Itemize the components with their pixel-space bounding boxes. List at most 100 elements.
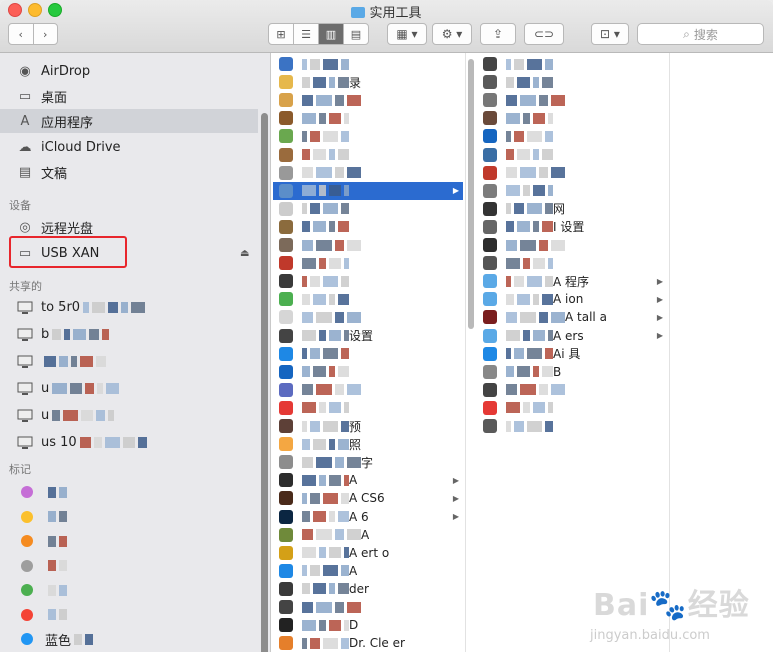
- sidebar-item-shared[interactable]: [0, 349, 258, 373]
- app-icon: [279, 545, 293, 560]
- column-view-button[interactable]: ▥: [319, 24, 344, 44]
- icon-view-button[interactable]: ⊞: [269, 24, 294, 44]
- column1-row[interactable]: 预: [273, 417, 463, 435]
- column1-row[interactable]: [273, 200, 463, 218]
- column2-row[interactable]: A ion ▶: [477, 290, 667, 308]
- column2-row[interactable]: [477, 381, 667, 399]
- column2-row[interactable]: [477, 127, 667, 145]
- sidebar-item-shared[interactable]: b: [0, 322, 258, 346]
- column1-row[interactable]: [273, 308, 463, 326]
- column2-row[interactable]: A ers ▶: [477, 327, 667, 345]
- sidebar-item-shared[interactable]: u: [0, 403, 258, 427]
- applications-icon: A: [20, 113, 30, 129]
- column1-row[interactable]: [273, 146, 463, 164]
- sidebar-item-desktop[interactable]: ▭ 桌面: [0, 84, 258, 108]
- column2-row[interactable]: Ai 具: [477, 345, 667, 363]
- list-view-button[interactable]: ☰: [294, 24, 319, 44]
- sidebar-item-shared[interactable]: u: [0, 376, 258, 400]
- eject-icon[interactable]: ⏏: [240, 248, 249, 259]
- back-button[interactable]: ‹: [9, 24, 34, 44]
- column1-row[interactable]: [273, 164, 463, 182]
- column1-row[interactable]: A: [273, 526, 463, 544]
- column2-row[interactable]: A 程序 ▶: [477, 272, 667, 290]
- column2-row[interactable]: [477, 73, 667, 91]
- column1-row[interactable]: [273, 399, 463, 417]
- column1-row[interactable]: [273, 598, 463, 616]
- blurred-text: [506, 275, 511, 287]
- forward-button[interactable]: ›: [34, 24, 58, 44]
- column1-row[interactable]: [273, 272, 463, 290]
- column2-row[interactable]: [477, 417, 667, 435]
- gallery-view-button[interactable]: ▤: [344, 24, 368, 44]
- blurred-text: [319, 185, 326, 197]
- sidebar-scrollbar[interactable]: [261, 113, 268, 652]
- column1-row[interactable]: [273, 363, 463, 381]
- group-button[interactable]: ▦ ▾: [387, 23, 427, 45]
- search-field[interactable]: ⌕ 搜索: [637, 23, 764, 45]
- blurred-text: [527, 130, 542, 142]
- column1-row[interactable]: [273, 381, 463, 399]
- column1-row[interactable]: [273, 290, 463, 308]
- computer-icon: [16, 380, 34, 396]
- sidebar-item-tag[interactable]: [0, 578, 258, 602]
- column1-row[interactable]: 照: [273, 435, 463, 453]
- blurred-text: [48, 535, 56, 547]
- dropbox-button[interactable]: ⊡ ▾: [591, 23, 629, 45]
- blurred-text: [344, 547, 349, 559]
- column1-row[interactable]: [273, 91, 463, 109]
- column2-row[interactable]: A tall a ▶: [477, 308, 667, 326]
- column1-row[interactable]: [273, 236, 463, 254]
- sidebar-item-tag[interactable]: [0, 505, 258, 529]
- sidebar-item-tag[interactable]: [0, 603, 258, 627]
- action-button[interactable]: ⚙ ▾: [432, 23, 472, 45]
- column2-row[interactable]: [477, 164, 667, 182]
- column1-row[interactable]: [273, 345, 463, 363]
- column2-row[interactable]: [477, 182, 667, 200]
- column1-row[interactable]: 字: [273, 453, 463, 471]
- sidebar-item-label: 桌面: [41, 90, 68, 106]
- column2-row[interactable]: [477, 254, 667, 272]
- folder-icon: [483, 292, 497, 307]
- sidebar-item-tag[interactable]: [0, 554, 258, 578]
- sidebar-item-applications[interactable]: A 应用程序: [0, 109, 258, 133]
- column2-row[interactable]: B: [477, 363, 667, 381]
- sidebar-item-tag[interactable]: [0, 480, 258, 504]
- column2-row[interactable]: [477, 399, 667, 417]
- column2-row[interactable]: [477, 236, 667, 254]
- column-1-scrollbar[interactable]: [468, 59, 474, 329]
- column1-row[interactable]: Dr. Cle er: [273, 634, 463, 652]
- share-button[interactable]: ⇪: [480, 23, 516, 45]
- blurred-text: [335, 384, 344, 396]
- column1-row[interactable]: der: [273, 580, 463, 598]
- column1-row[interactable]: D: [273, 616, 463, 634]
- column1-row[interactable]: [273, 109, 463, 127]
- column2-row[interactable]: [477, 146, 667, 164]
- column1-row[interactable]: 录: [273, 73, 463, 91]
- sidebar-item-documents[interactable]: ▤ 文稿: [0, 160, 258, 184]
- sidebar-item-shared[interactable]: to 5r0: [0, 295, 258, 319]
- sidebar-item-cloud[interactable]: ☁ iCloud Drive: [0, 135, 258, 159]
- column2-row[interactable]: [477, 91, 667, 109]
- sidebar-item-tag[interactable]: [0, 529, 258, 553]
- tag-button[interactable]: ⊂⊃: [524, 23, 564, 45]
- column2-row[interactable]: [477, 109, 667, 127]
- column1-row[interactable]: [273, 218, 463, 236]
- column1-row[interactable]: [273, 55, 463, 73]
- column1-row[interactable]: A 6 ▶: [273, 508, 463, 526]
- sidebar-item-shared[interactable]: us 10: [0, 430, 258, 454]
- column1-row[interactable]: [273, 127, 463, 145]
- sidebar-item-airdrop[interactable]: ◉ AirDrop: [0, 59, 258, 83]
- column1-row[interactable]: A ▶: [273, 471, 463, 489]
- blurred-text: [344, 185, 349, 197]
- column2-row[interactable]: [477, 55, 667, 73]
- column1-row[interactable]: 设置: [273, 327, 463, 345]
- column1-row[interactable]: A CS6 ▶: [273, 489, 463, 507]
- column1-row[interactable]: ▶: [273, 181, 463, 200]
- column1-row[interactable]: [273, 254, 463, 272]
- blurred-text: [545, 58, 553, 70]
- sidebar-item-tag[interactable]: 蓝色: [0, 627, 258, 651]
- column2-row[interactable]: I 设置: [477, 218, 667, 236]
- column1-row[interactable]: A ert o: [273, 544, 463, 562]
- column2-row[interactable]: 网: [477, 200, 667, 218]
- column1-row[interactable]: A: [273, 562, 463, 580]
